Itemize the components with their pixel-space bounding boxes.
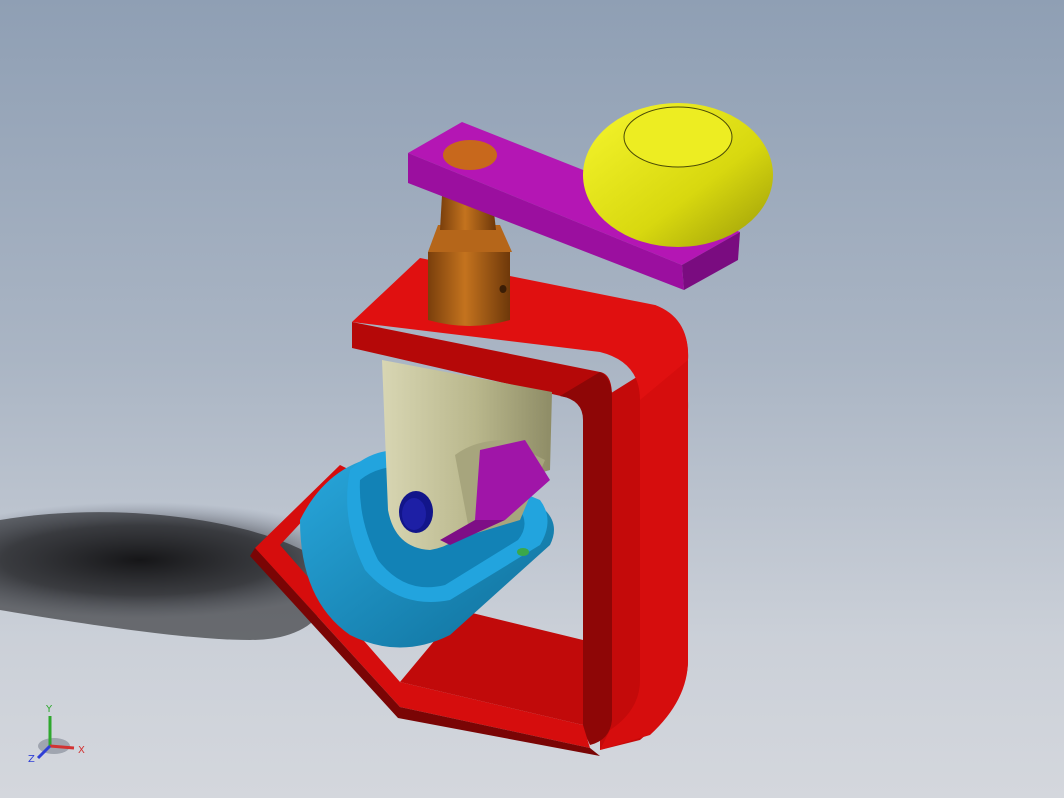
triad-z-label: Z	[28, 754, 35, 765]
knob-top-face	[623, 106, 733, 168]
triad-x-axis	[49, 744, 75, 750]
orientation-triad[interactable]: Y X Z	[26, 700, 96, 770]
handle-bar-hole	[443, 140, 497, 170]
handle-knob[interactable]	[583, 103, 773, 247]
graphics-viewport[interactable]: Y X Z	[0, 0, 1064, 798]
pad-green-marker	[517, 548, 529, 556]
triad-y-label: Y	[45, 704, 53, 715]
screw-collar	[428, 252, 510, 326]
swivel-pin-inner	[402, 498, 426, 530]
model-scene[interactable]	[0, 0, 1064, 798]
triad-x-label: X	[78, 745, 85, 756]
screw-hole	[499, 285, 507, 293]
